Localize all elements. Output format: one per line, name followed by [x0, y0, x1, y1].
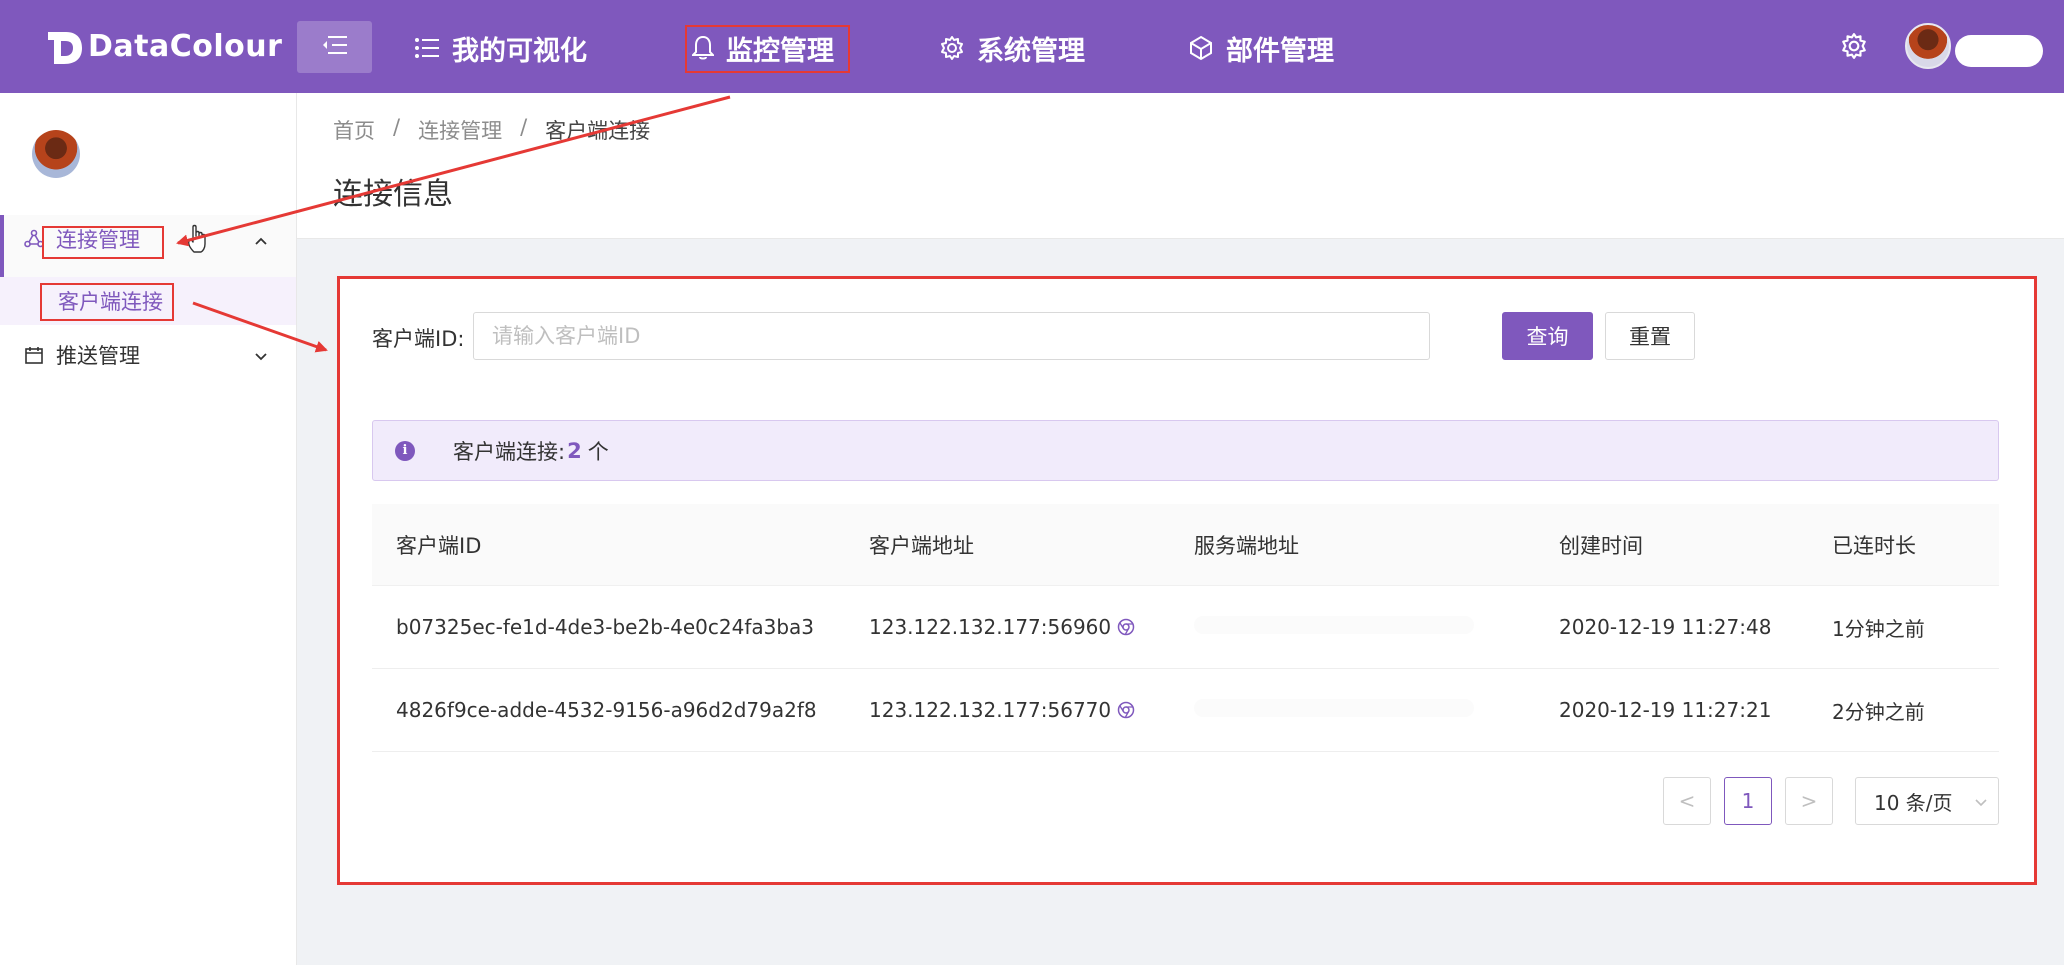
breadcrumb-separator: /: [393, 115, 401, 139]
cell-duration: 2分钟之前: [1832, 699, 1925, 724]
logo-mark-icon: [44, 24, 84, 68]
username-redacted[interactable]: [1955, 35, 2043, 67]
chevron-down-icon: [254, 343, 268, 367]
chevron-left-icon: <: [1678, 789, 1696, 813]
connections-table: 客户端ID 客户端地址 服务端地址 创建时间 已连时长 b07325ec-fe1…: [372, 504, 1999, 752]
connection-count: 2: [567, 438, 582, 463]
cell-server-address: [1194, 698, 1559, 722]
chevron-up-icon: [254, 227, 268, 251]
client-address-text: 123.122.132.177:56770: [869, 698, 1112, 722]
sidebar: 连接管理 客户端连接 推送管理: [0, 93, 297, 965]
nav-component-management[interactable]: 部件管理: [1188, 25, 1334, 71]
page-size-select[interactable]: 10 条/页: [1855, 777, 1999, 825]
reset-button[interactable]: 重置: [1605, 312, 1695, 360]
sidebar-item-label: 推送管理: [56, 344, 140, 368]
content-card: 客户端ID: 查询 重置 i 客户端连接: 2 个 客户端ID 客户端地址 服务…: [337, 276, 2037, 885]
breadcrumb-separator: /: [520, 115, 528, 139]
cell-created-time: 2020-12-19 11:27:48: [1559, 615, 1772, 639]
highlight-box: [685, 25, 850, 73]
pagination-next-button[interactable]: >: [1785, 777, 1833, 825]
table-header: 客户端ID 客户端地址 服务端地址 创建时间 已连时长: [372, 504, 1999, 586]
menu-collapse-button[interactable]: [297, 21, 372, 73]
highlight-box: [42, 226, 164, 259]
breadcrumb-current: 客户端连接: [545, 119, 651, 143]
hand-cursor-icon: [186, 222, 212, 260]
column-header[interactable]: 已连时长: [1832, 530, 1999, 560]
cube-icon: [1188, 35, 1214, 61]
server-address-redacted: [1194, 699, 1474, 717]
sidebar-item-push-management[interactable]: 推送管理: [0, 331, 296, 379]
info-icon: i: [395, 440, 415, 461]
column-header[interactable]: 客户端ID: [372, 530, 869, 560]
pagination-page-1[interactable]: 1: [1724, 777, 1772, 825]
page-size-value: 10 条/页: [1874, 790, 1953, 815]
nav-label: 我的可视化: [452, 35, 587, 67]
settings-button[interactable]: [1840, 32, 1868, 64]
logo[interactable]: DataColour: [44, 24, 282, 68]
column-header[interactable]: 客户端地址: [869, 530, 1194, 560]
cell-client-id: 4826f9ce-adde-4532-9156-a96d2d79a2f8: [396, 698, 817, 722]
calendar-icon: [24, 345, 44, 365]
cell-server-address: [1194, 615, 1559, 639]
highlight-box: [40, 283, 174, 321]
user-avatar[interactable]: [1905, 23, 1951, 69]
page-header: 首页 / 连接管理 / 客户端连接 连接信息: [297, 93, 2064, 239]
page-title: 连接信息: [333, 177, 453, 212]
alert-suffix: 个: [587, 439, 609, 464]
column-header[interactable]: 创建时间: [1559, 530, 1832, 560]
share-nodes-icon: [24, 229, 44, 249]
chevron-right-icon: >: [1800, 789, 1818, 813]
nav-label: 部件管理: [1226, 35, 1334, 67]
cell-client-address: 123.122.132.177:56960: [869, 615, 1194, 639]
breadcrumb-home[interactable]: 首页: [333, 115, 375, 145]
cell-created-time: 2020-12-19 11:27:21: [1559, 698, 1772, 722]
gear-icon: [1840, 33, 1868, 64]
client-id-label: 客户端ID:: [372, 327, 465, 351]
cell-client-address: 123.122.132.177:56770: [869, 698, 1194, 722]
chrome-icon: [1117, 701, 1135, 719]
client-address-text: 123.122.132.177:56960: [869, 615, 1112, 639]
column-header[interactable]: 服务端地址: [1194, 530, 1559, 560]
top-navbar: DataColour 我的可视化 监控管理 系统管理 部件管理: [0, 0, 2064, 93]
client-id-input[interactable]: [473, 312, 1430, 360]
breadcrumb-connection-management[interactable]: 连接管理: [418, 115, 502, 145]
gear-icon: [939, 35, 965, 61]
nav-label: 系统管理: [977, 35, 1085, 67]
table-row[interactable]: b07325ec-fe1d-4de3-be2b-4e0c24fa3ba3 123…: [372, 586, 1999, 669]
query-button[interactable]: 查询: [1502, 312, 1593, 360]
alert-prefix: 客户端连接:: [453, 439, 566, 464]
cell-duration: 1分钟之前: [1832, 616, 1925, 641]
nav-my-visualization[interactable]: 我的可视化: [414, 25, 587, 71]
chrome-icon: [1117, 618, 1135, 636]
table-row[interactable]: 4826f9ce-adde-4532-9156-a96d2d79a2f8 123…: [372, 669, 1999, 752]
server-address-redacted: [1194, 616, 1474, 634]
nav-system-management[interactable]: 系统管理: [939, 25, 1085, 71]
info-alert: i 客户端连接: 2 个: [372, 420, 1999, 481]
pagination-prev-button[interactable]: <: [1663, 777, 1711, 825]
cell-client-id: b07325ec-fe1d-4de3-be2b-4e0c24fa3ba3: [396, 615, 815, 639]
menu-fold-icon: [322, 35, 348, 59]
chevron-down-icon: [1974, 789, 1988, 813]
list-icon: [414, 37, 440, 59]
breadcrumb: 首页 / 连接管理 / 客户端连接: [333, 115, 650, 145]
sidebar-avatar: [32, 130, 80, 178]
logo-text: DataColour: [88, 28, 283, 64]
